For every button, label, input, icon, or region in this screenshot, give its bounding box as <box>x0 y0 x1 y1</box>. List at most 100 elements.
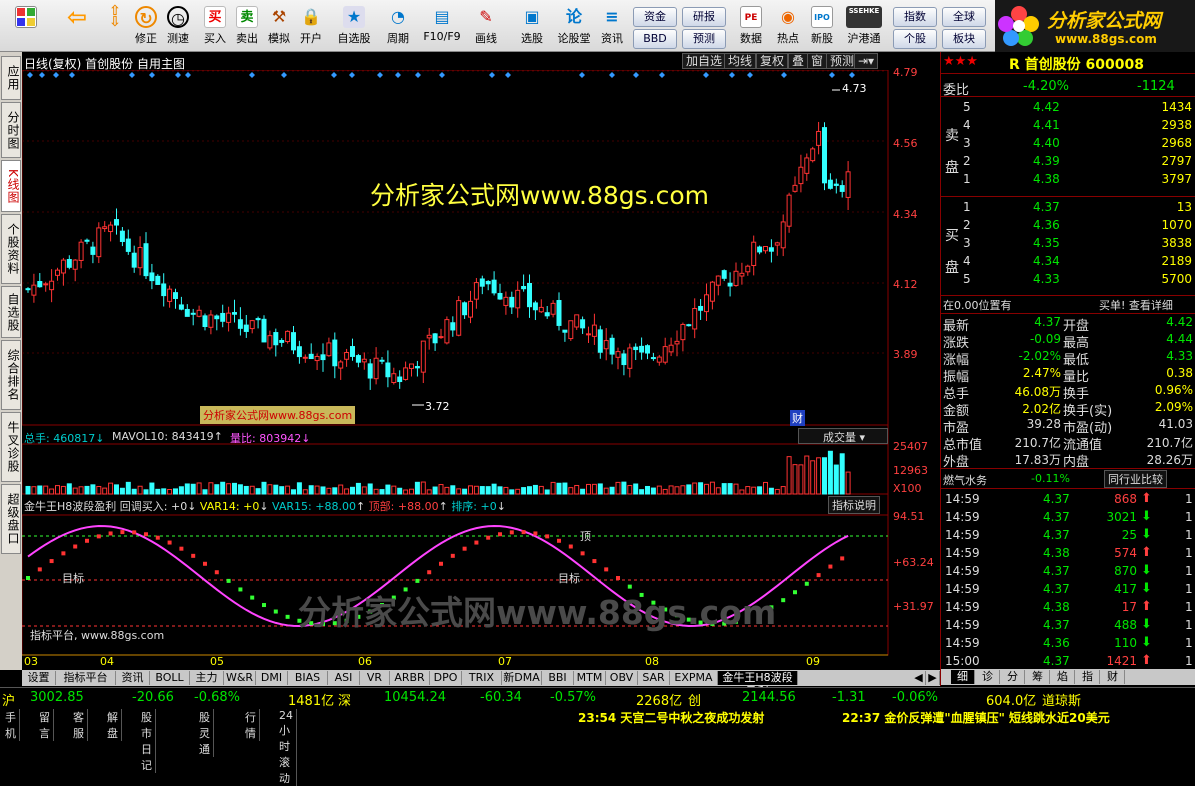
tab-indicator-2[interactable]: 资讯 <box>116 671 150 685</box>
tab-indicator-5[interactable]: W&R <box>224 671 256 685</box>
sell-button[interactable]: 卖卖出 <box>232 3 262 49</box>
tab-indicator-12[interactable]: TRIX <box>462 671 502 685</box>
funds-button[interactable]: 资金 <box>633 7 677 27</box>
candle-body <box>456 300 462 336</box>
home-button[interactable] <box>4 3 48 49</box>
indicator-dot <box>179 546 184 551</box>
indicator-explain-button[interactable]: 指标说明 <box>828 496 880 514</box>
bottom-link-2[interactable]: 客服 <box>70 709 88 741</box>
tab-scroll-left-icon[interactable]: ◀ <box>912 671 926 685</box>
tab-indicator-13[interactable]: 新DMA <box>502 671 542 685</box>
add-watchlist-button[interactable]: 加自选 <box>682 53 727 69</box>
tab-indicator-19[interactable]: 金牛王H8波段盈利 <box>718 671 798 698</box>
simulate-button[interactable]: ⚒ 模拟 <box>264 3 294 49</box>
stock-picker-button[interactable]: ▣ 选股 <box>512 3 552 49</box>
data-button[interactable]: PE 数据 <box>735 3 767 49</box>
news-button[interactable]: ≡ 资讯 <box>596 3 628 49</box>
sidebar-item-diagnose[interactable]: 牛叉诊股 <box>1 412 21 482</box>
right-tab-5[interactable]: 指 <box>1076 670 1100 684</box>
candle-body <box>462 302 468 316</box>
indicator-tab-bar: 设置 指标平台 资讯 BOLL 主力 W&R DMI BIAS ASI VR ARBR DPO TRIX… <box>22 670 940 698</box>
industry-compare-button[interactable]: 同行业比较 <box>1104 470 1167 488</box>
sidebar-item-superboard[interactable]: 超级盘口 <box>1 484 21 554</box>
right-tab-6[interactable]: 财 <box>1101 670 1125 684</box>
finance-marker[interactable]: 财 <box>790 410 805 426</box>
tab-indicator-10[interactable]: ARBR <box>390 671 430 685</box>
hk-connect-button[interactable]: SSEHKE 沪港通 <box>842 3 886 49</box>
view-detail-link[interactable]: 买单! 查看详细 <box>1099 297 1173 313</box>
tab-indicator-11[interactable]: DPO <box>430 671 462 685</box>
watchlist-icon: ★ <box>343 6 365 28</box>
bottom-link-4[interactable]: 股市日记 <box>138 709 156 773</box>
right-tab-2[interactable]: 分 <box>1001 670 1025 684</box>
f10-button[interactable]: ▤ F10/F9 <box>420 3 464 49</box>
buy-button[interactable]: 买买入 <box>200 3 230 49</box>
sector-button[interactable]: 板块 <box>942 29 986 49</box>
clock-icon: ◷ <box>167 6 189 28</box>
period-button[interactable]: ◔ 周期 <box>378 3 418 49</box>
ipo-label: 新股 <box>811 32 833 45</box>
bottom-link-0[interactable]: 手机 <box>2 709 20 741</box>
index-button[interactable]: 指数 <box>893 7 937 27</box>
bottom-link-5[interactable]: 股灵通 <box>196 709 214 757</box>
volume-bar <box>302 489 308 495</box>
right-tab-4[interactable]: 焰 <box>1051 670 1075 684</box>
research-button[interactable]: 研报 <box>682 7 726 27</box>
restore-right-button[interactable]: 复权 <box>756 53 789 69</box>
up-down-button[interactable]: ⇧ ⇩ <box>100 3 130 49</box>
right-tab-3[interactable]: 筹 <box>1026 670 1050 684</box>
tick-count: 1 <box>1185 654 1193 668</box>
tab-indicator-4[interactable]: 主力 <box>190 671 224 685</box>
news-ticker-1[interactable]: 23:54 天宫二号中秋之夜成功发射 <box>578 709 764 726</box>
tab-indicator-18[interactable]: EXPMA <box>670 671 718 685</box>
tab-indicator-3[interactable]: BOLL <box>150 671 190 685</box>
tab-indicator-14[interactable]: BBI <box>542 671 574 685</box>
ipo-button[interactable]: IPO 新股 <box>806 3 838 49</box>
window-button[interactable]: 窗 <box>807 53 828 69</box>
tab-indicator-9[interactable]: VR <box>360 671 390 685</box>
sidebar-item-watchlist[interactable]: 自选股 <box>1 286 21 338</box>
bottom-link-6[interactable]: 行情 <box>242 709 260 741</box>
tab-indicator-17[interactable]: SAR <box>638 671 670 685</box>
open-account-button[interactable]: 🔒 开户 <box>296 3 326 49</box>
candle-body <box>833 183 839 186</box>
ma-button[interactable]: 均线 <box>724 53 757 69</box>
bottom-link-3[interactable]: 解盘 <box>104 709 122 741</box>
stock-button[interactable]: 个股 <box>893 29 937 49</box>
sidebar-item-ranking[interactable]: 综合排名 <box>1 340 21 410</box>
right-tab-1[interactable]: 诊 <box>976 670 1000 684</box>
sidebar-item-timeshare[interactable]: 分时图 <box>1 102 21 158</box>
draw-line-button[interactable]: ✎ 画线 <box>466 3 506 49</box>
fix-button[interactable]: ↻ 修正 <box>130 3 162 49</box>
volume-dropdown[interactable]: 成交量 ▾ <box>798 428 888 444</box>
tab-scroll-right-icon[interactable]: ▶ <box>926 671 940 685</box>
bbd-button[interactable]: BBD <box>633 29 677 49</box>
speed-test-button[interactable]: ◷ 测速 <box>162 3 194 49</box>
indicator-dot <box>840 556 845 561</box>
watchlist-button[interactable]: ★ 自选股 <box>334 3 374 49</box>
hotspot-button[interactable]: ◉ 热点 <box>772 3 804 49</box>
tab-indicator-6[interactable]: DMI <box>256 671 288 685</box>
tab-indicator-7[interactable]: BIAS <box>288 671 328 685</box>
tab-indicator-1[interactable]: 指标平台 <box>56 671 116 685</box>
tab-indicator-16[interactable]: OBV <box>606 671 638 685</box>
sidebar-item-kline[interactable]: K线图 <box>1 160 21 212</box>
forum-button[interactable]: 论论股堂 <box>554 3 594 49</box>
back-button[interactable]: ⇦ <box>58 3 96 49</box>
news-ticker-2[interactable]: 22:37 金价反弹遭"血腥镇压" 短线跳水近20美元 <box>842 709 1110 726</box>
volume-bar <box>184 483 190 495</box>
sidebar-item-apps[interactable]: 应用 <box>1 56 21 100</box>
forecast-button[interactable]: 预测 <box>682 29 726 49</box>
collapse-panel-button[interactable]: ⇥▾ <box>854 53 879 69</box>
tab-indicator-8[interactable]: ASI <box>328 671 360 685</box>
tab-indicator-15[interactable]: MTM <box>574 671 606 685</box>
sidebar-item-profile[interactable]: 个股资料 <box>1 214 21 284</box>
tab-indicator-0[interactable]: 设置 <box>22 671 56 685</box>
kline-chart[interactable] <box>22 70 940 670</box>
bottom-link-1[interactable]: 留言 <box>36 709 54 741</box>
right-tab-0[interactable]: 细 <box>951 670 975 684</box>
candle-body <box>173 292 178 299</box>
bottom-link-7[interactable]: 24小时滚动 <box>276 709 297 786</box>
global-button[interactable]: 全球 <box>942 7 986 27</box>
overlay-button[interactable]: 叠 <box>788 53 809 69</box>
